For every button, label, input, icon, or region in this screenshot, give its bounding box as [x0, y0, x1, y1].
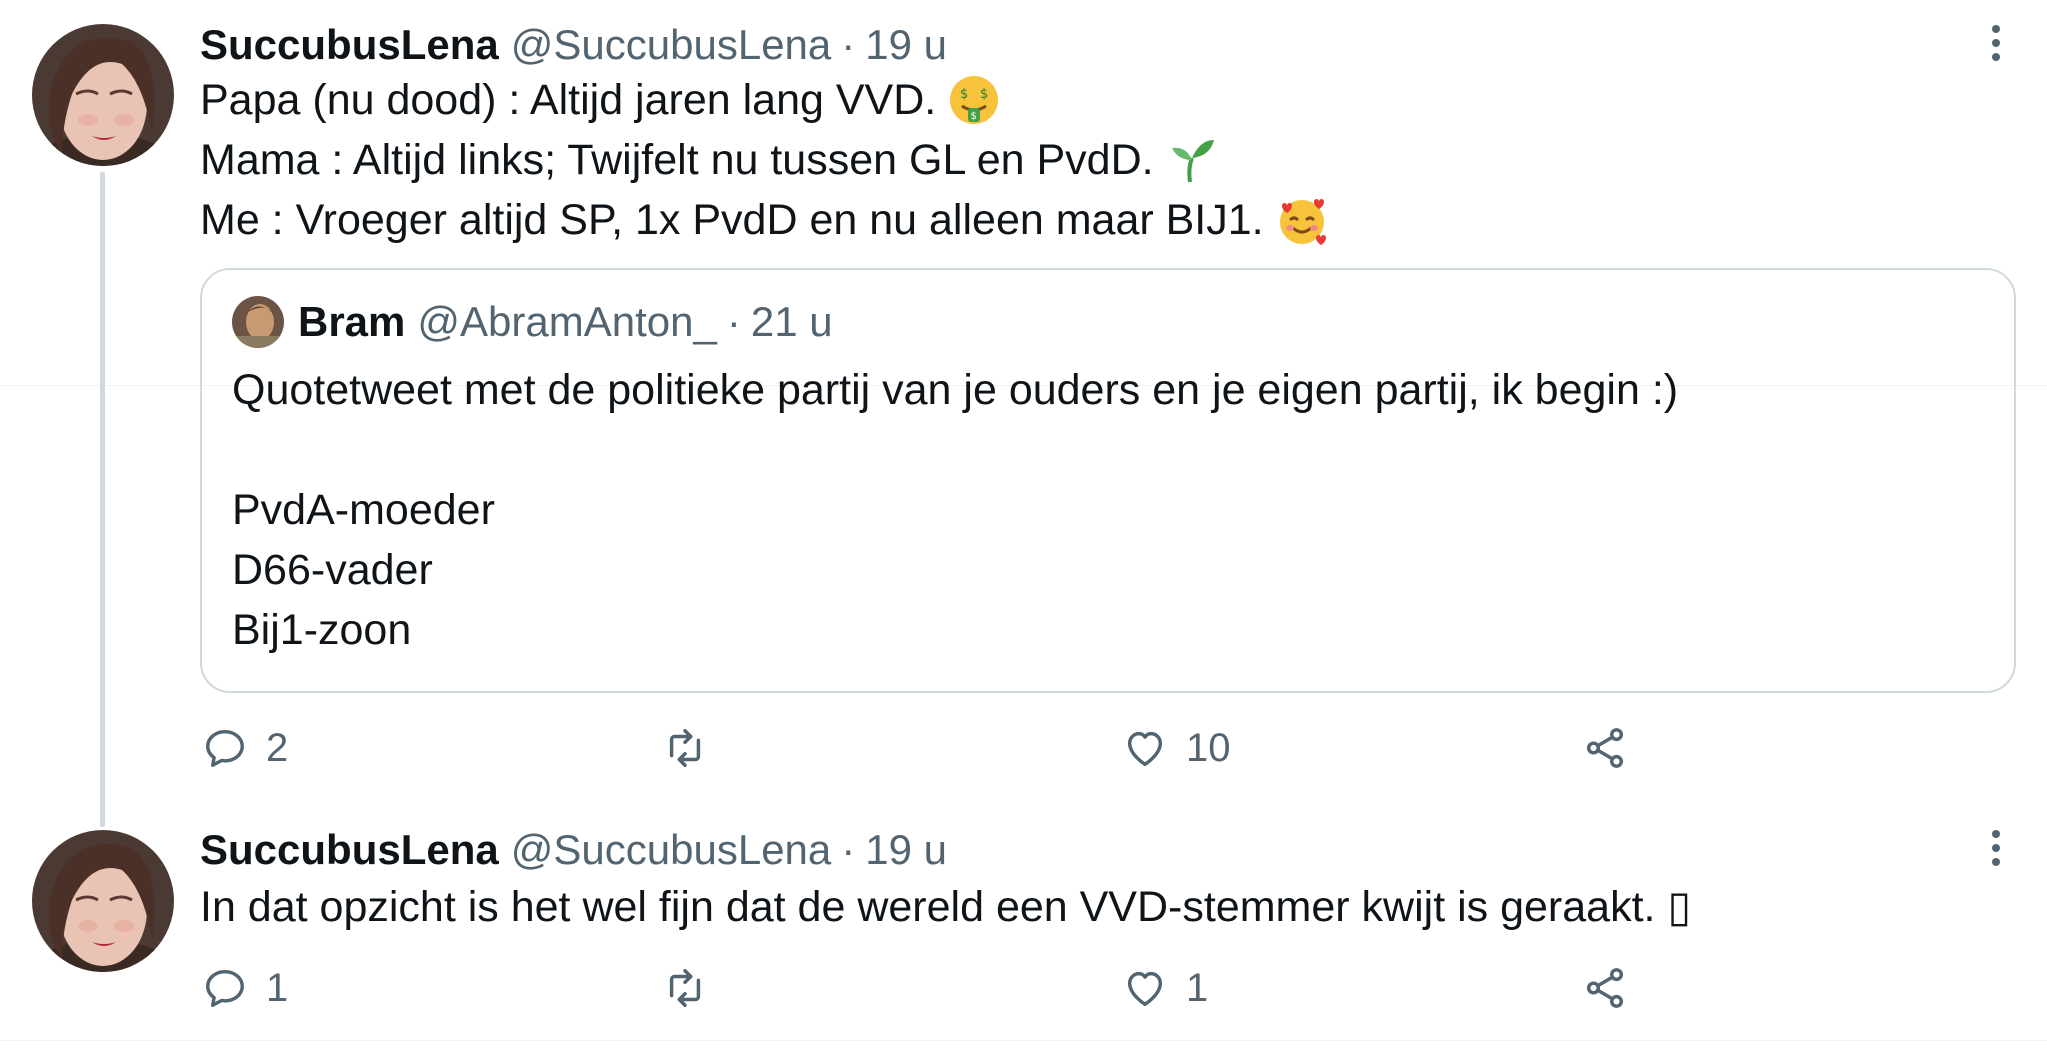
retweet-button[interactable] — [662, 718, 726, 778]
money-mouth-face-emoji: $ $ $ — [948, 74, 1000, 126]
quoted-line: Bij1-zoon — [232, 606, 412, 654]
tweet-text: Papa (nu dood) : Altijd jaren lang VVD. … — [200, 70, 1328, 250]
tweet-actions: 2 10 — [200, 718, 1650, 778]
avatar[interactable] — [32, 830, 174, 972]
like-count: 1 — [1186, 965, 1209, 1010]
reply-count: 1 — [266, 965, 289, 1010]
reply-button[interactable]: 1 — [202, 958, 288, 1018]
quoted-separator-dot: · — [726, 298, 741, 345]
quoted-tweet-header: Bram @AbramAnton_ · 21 u — [232, 294, 833, 350]
tweet-actions: 1 1 — [200, 958, 1650, 1018]
share-button[interactable] — [1582, 958, 1628, 1018]
tweet-line: Me : Vroeger altijd SP, 1x PvdD en nu al… — [200, 190, 1328, 250]
display-name[interactable]: SuccubusLena — [200, 825, 499, 875]
svg-text:$: $ — [980, 87, 988, 102]
tweet-line-text: Mama : Altijd links; Twijfelt nu tussen … — [200, 136, 1154, 184]
like-icon — [1127, 731, 1163, 767]
reply-button[interactable]: 2 — [202, 718, 288, 778]
like-count: 10 — [1186, 725, 1231, 770]
quoted-user-handle: @AbramAnton_ — [417, 298, 717, 345]
tweet-text: In dat opzicht is het wel fijn dat de we… — [200, 877, 1691, 937]
avatar-image — [32, 24, 174, 166]
quoted-display-name: Bram — [298, 298, 406, 345]
share-icon — [1586, 728, 1624, 768]
timestamp[interactable]: 19 u — [865, 20, 947, 70]
share-icon — [1586, 968, 1624, 1008]
retweet-icon — [669, 729, 701, 767]
reply-icon — [206, 969, 244, 1007]
share-button[interactable] — [1582, 718, 1628, 778]
tweet-header: SuccubusLena @SuccubusLena · 19 u — [200, 20, 947, 70]
quoted-blank-line — [232, 420, 1678, 480]
more-options-button[interactable] — [1976, 18, 2016, 68]
separator-dot: · — [841, 826, 856, 873]
like-icon — [1127, 971, 1163, 1007]
more-options-button[interactable] — [1976, 823, 2016, 873]
seedling-emoji — [1166, 134, 1218, 186]
quoted-line: Quotetweet met de politieke partij van j… — [232, 366, 1679, 414]
reply-count: 2 — [266, 725, 289, 770]
thread-connector-line — [100, 172, 105, 827]
quoted-tweet-card[interactable]: Bram @AbramAnton_ · 21 u Quotetweet met … — [200, 268, 2016, 693]
tweet-line-text: In dat opzicht is het wel fijn dat de we… — [200, 883, 1692, 931]
quoted-line: PvdA-moeder — [232, 486, 495, 534]
like-button[interactable]: 10 — [1122, 718, 1231, 778]
smiling-face-with-hearts-emoji — [1276, 194, 1328, 246]
more-vertical-icon — [1992, 25, 2000, 33]
tweet-line: Papa (nu dood) : Altijd jaren lang VVD. … — [200, 70, 1328, 130]
display-name[interactable]: SuccubusLena — [200, 20, 499, 70]
quoted-avatar — [232, 296, 284, 348]
avatar[interactable] — [32, 24, 174, 166]
tweet-line: In dat opzicht is het wel fijn dat de we… — [200, 877, 1691, 937]
tweet-header: SuccubusLena @SuccubusLena · 19 u — [200, 825, 947, 875]
tweet-thread-page: SuccubusLena @SuccubusLena · 19 u Papa (… — [0, 0, 2047, 1055]
reply-icon — [206, 729, 244, 767]
svg-text:$: $ — [960, 87, 968, 102]
quoted-line: D66-vader — [232, 546, 433, 594]
quoted-timestamp: 21 u — [750, 298, 833, 345]
svg-text:$: $ — [971, 111, 977, 122]
tweet-line-text: Me : Vroeger altijd SP, 1x PvdD en nu al… — [200, 196, 1264, 244]
user-handle[interactable]: @SuccubusLena — [511, 20, 832, 70]
tweet-line: Mama : Altijd links; Twijfelt nu tussen … — [200, 130, 1328, 190]
avatar-image — [32, 830, 174, 972]
retweet-button[interactable] — [662, 958, 726, 1018]
separator-dot: · — [841, 21, 856, 68]
bottom-divider — [0, 1040, 2047, 1041]
tweet-line-text: Papa (nu dood) : Altijd jaren lang VVD. — [200, 76, 937, 124]
more-vertical-icon — [1992, 830, 2000, 838]
retweet-icon — [669, 969, 701, 1007]
quoted-tweet-text: Quotetweet met de politieke partij van j… — [232, 360, 1678, 660]
like-button[interactable]: 1 — [1122, 958, 1208, 1018]
timestamp[interactable]: 19 u — [865, 825, 947, 875]
user-handle[interactable]: @SuccubusLena — [511, 825, 832, 875]
